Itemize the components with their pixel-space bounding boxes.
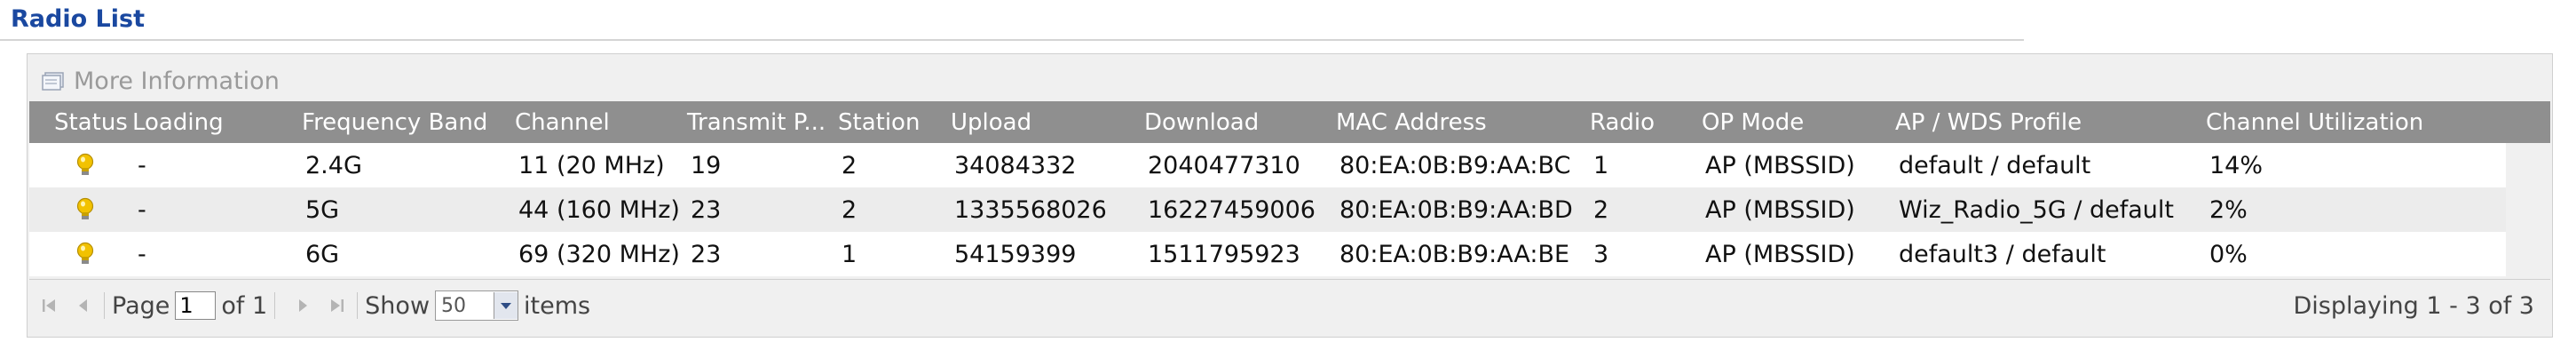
toolbar-separator bbox=[274, 292, 276, 319]
table-row[interactable]: - 6G 69 (320 MHz) 23 1 54159399 15117959… bbox=[29, 232, 2506, 276]
profile-cell: default / default bbox=[1899, 151, 2091, 179]
frequency-band-cell: 5G bbox=[305, 195, 340, 224]
lightbulb-icon bbox=[76, 197, 94, 219]
upload-cell: 34084332 bbox=[954, 151, 1077, 179]
mac-address-cell: 80:EA:0B:B9:AA:BE bbox=[1339, 240, 1570, 268]
channel-cell: 11 (20 MHz) bbox=[518, 151, 665, 179]
next-page-button[interactable] bbox=[289, 292, 316, 319]
chevron-down-icon[interactable] bbox=[494, 292, 518, 319]
more-information-label: More Information bbox=[74, 67, 280, 95]
table-row[interactable]: - 2.4G 11 (20 MHz) 19 2 34084332 2040477… bbox=[29, 143, 2506, 187]
first-page-icon bbox=[43, 299, 55, 312]
column-header-loading[interactable]: Loading bbox=[127, 109, 300, 136]
last-page-button[interactable] bbox=[323, 292, 350, 319]
radio-grid: Status Loading Frequency Band Channel Tr… bbox=[29, 101, 2550, 276]
items-label: items bbox=[524, 291, 591, 320]
last-page-icon bbox=[331, 299, 344, 312]
page-count-label: of 1 bbox=[221, 291, 268, 320]
radio-cell: 1 bbox=[1593, 151, 1609, 179]
download-cell: 16227459006 bbox=[1148, 195, 1316, 224]
radio-cell: 3 bbox=[1593, 240, 1609, 268]
op-mode-cell: AP (MBSSID) bbox=[1705, 151, 1855, 179]
mac-address-cell: 80:EA:0B:B9:AA:BD bbox=[1339, 195, 1573, 224]
upload-cell: 54159399 bbox=[954, 240, 1077, 268]
loading-cell: - bbox=[138, 240, 146, 268]
column-header-station[interactable]: Station bbox=[836, 109, 949, 136]
column-header-frequency-band[interactable]: Frequency Band bbox=[300, 109, 513, 136]
loading-cell: - bbox=[138, 195, 146, 224]
channel-utilization-cell: 14% bbox=[2209, 151, 2264, 179]
status-cell bbox=[29, 242, 127, 266]
next-page-icon bbox=[299, 299, 308, 312]
column-header-channel[interactable]: Channel bbox=[513, 109, 685, 136]
grid-header: Status Loading Frequency Band Channel Tr… bbox=[29, 101, 2550, 143]
column-header-op-mode[interactable]: OP Mode bbox=[1700, 109, 1893, 136]
loading-cell: - bbox=[138, 151, 146, 179]
previous-page-icon bbox=[79, 299, 87, 312]
status-cell bbox=[29, 153, 127, 178]
column-header-radio[interactable]: Radio bbox=[1588, 109, 1700, 136]
lightbulb-icon bbox=[76, 153, 94, 175]
channel-utilization-cell: 0% bbox=[2209, 240, 2248, 268]
table-row[interactable]: - 5G 44 (160 MHz) 23 2 1335568026 162274… bbox=[29, 187, 2506, 232]
first-page-button[interactable] bbox=[36, 292, 63, 319]
column-header-ap-wds-profile[interactable]: AP / WDS Profile bbox=[1893, 109, 2204, 136]
station-cell: 1 bbox=[842, 240, 857, 268]
lightbulb-icon bbox=[76, 242, 94, 264]
displaying-count: Displaying 1 - 3 of 3 bbox=[2293, 291, 2535, 320]
frequency-band-cell: 2.4G bbox=[305, 151, 362, 179]
info-window-icon bbox=[42, 72, 64, 91]
title-divider bbox=[0, 39, 2024, 41]
op-mode-cell: AP (MBSSID) bbox=[1705, 195, 1855, 224]
column-header-upload[interactable]: Upload bbox=[949, 109, 1142, 136]
pagination-toolbar: Page of 1 Show 50 items Displaying 1 - 3… bbox=[29, 279, 2550, 331]
column-header-channel-utilization[interactable]: Channel Utilization bbox=[2204, 109, 2470, 136]
transmit-power-cell: 23 bbox=[691, 240, 722, 268]
download-cell: 2040477310 bbox=[1148, 151, 1300, 179]
channel-cell: 69 (320 MHz) bbox=[518, 240, 680, 268]
transmit-power-cell: 23 bbox=[691, 195, 722, 224]
station-cell: 2 bbox=[842, 195, 857, 224]
channel-cell: 44 (160 MHz) bbox=[518, 195, 680, 224]
radio-list-panel: More Information Status Loading Frequenc… bbox=[27, 53, 2553, 338]
download-cell: 1511795923 bbox=[1148, 240, 1300, 268]
page-label: Page bbox=[112, 291, 170, 320]
more-information-button[interactable]: More Information bbox=[42, 63, 280, 99]
page-number-input[interactable] bbox=[175, 291, 217, 320]
page-size-select[interactable]: 50 bbox=[435, 290, 519, 321]
toolbar-separator bbox=[104, 292, 105, 319]
mac-address-cell: 80:EA:0B:B9:AA:BC bbox=[1339, 151, 1571, 179]
status-cell bbox=[29, 197, 127, 222]
page-size-value: 50 bbox=[441, 294, 467, 317]
column-header-transmit-power[interactable]: Transmit P... bbox=[685, 109, 836, 136]
frequency-band-cell: 6G bbox=[305, 240, 340, 268]
profile-cell: default3 / default bbox=[1899, 240, 2106, 268]
profile-cell: Wiz_Radio_5G / default bbox=[1899, 195, 2175, 224]
column-header-download[interactable]: Download bbox=[1142, 109, 1334, 136]
op-mode-cell: AP (MBSSID) bbox=[1705, 240, 1855, 268]
show-label: Show bbox=[365, 291, 431, 320]
column-header-mac-address[interactable]: MAC Address bbox=[1334, 109, 1588, 136]
station-cell: 2 bbox=[842, 151, 857, 179]
previous-page-button[interactable] bbox=[70, 292, 97, 319]
section-title: Radio List bbox=[11, 5, 145, 33]
radio-cell: 2 bbox=[1593, 195, 1609, 224]
toolbar-separator bbox=[357, 292, 359, 319]
upload-cell: 1335568026 bbox=[954, 195, 1107, 224]
column-header-status[interactable]: Status bbox=[29, 109, 127, 136]
transmit-power-cell: 19 bbox=[691, 151, 722, 179]
channel-utilization-cell: 2% bbox=[2209, 195, 2248, 224]
